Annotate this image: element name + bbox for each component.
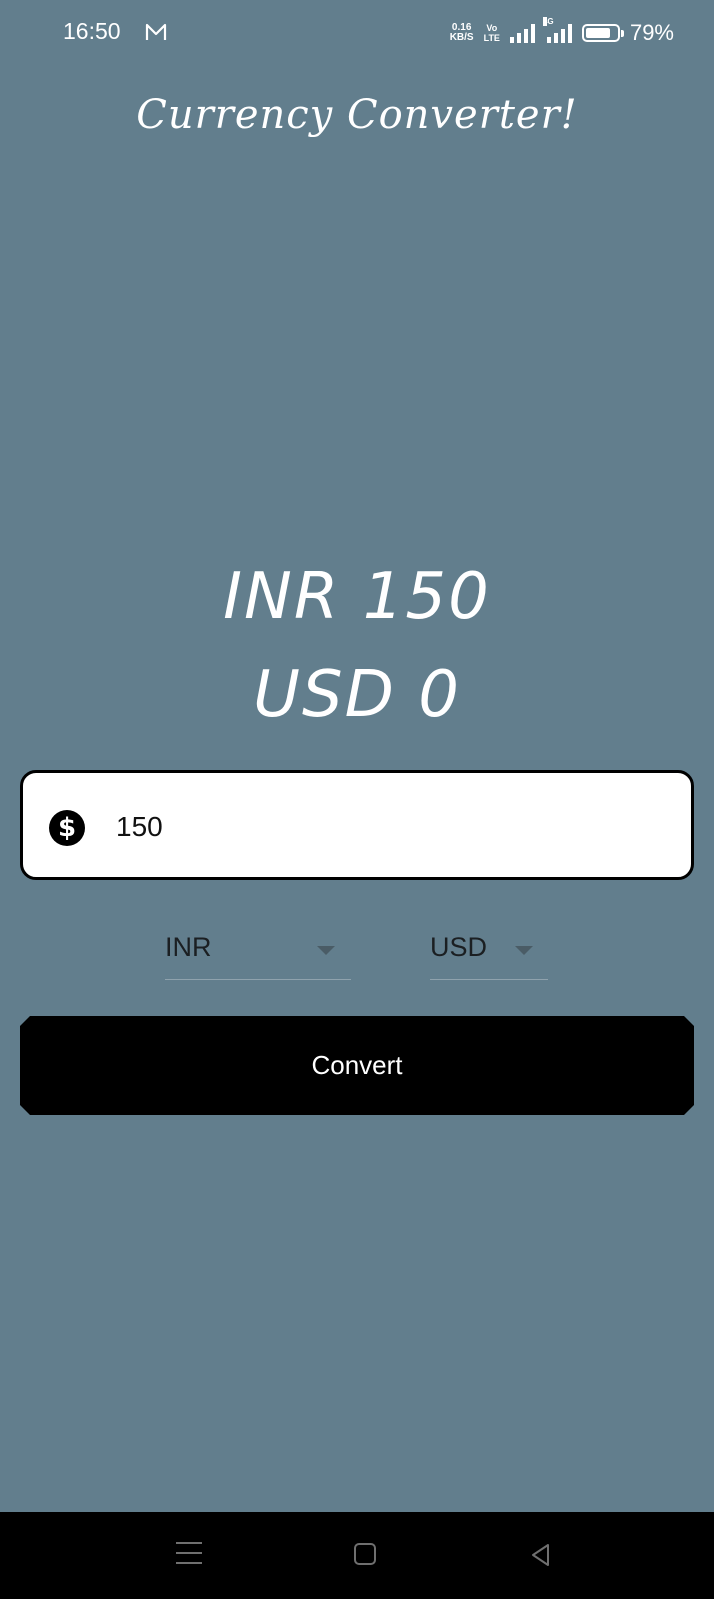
amount-input[interactable] [116, 803, 636, 851]
network-speed-unit: KB/S [449, 32, 474, 43]
result-to-amount: USD 0 [253, 658, 461, 732]
network-speed: 0.16 KB/S [450, 23, 474, 43]
volte-icon: Vo LTE [484, 23, 500, 43]
battery-percent: 79% [629, 20, 674, 45]
dollar-circle-icon: $ [49, 810, 85, 846]
app-title: Currency Converter! [136, 92, 578, 138]
network-type-label: 4G [542, 17, 554, 26]
navigation-bar [0, 1512, 714, 1599]
to-currency-value: USD [430, 932, 488, 962]
result-from-amount: INR 150 [223, 560, 491, 634]
convert-button[interactable]: Convert [20, 1016, 694, 1115]
from-currency-value: INR [165, 932, 212, 962]
back-icon[interactable] [528, 1542, 554, 1568]
status-icons: 0.16 KB/S Vo LTE 4G 79% [450, 17, 674, 48]
status-time: 16:50 [63, 18, 121, 44]
volte-top-label: Vo [486, 23, 498, 33]
home-icon[interactable] [354, 1543, 376, 1565]
dropdown-arrow-icon [317, 946, 335, 955]
signal-icon [509, 23, 535, 43]
signal-4g-icon: 4G [542, 17, 572, 43]
battery-icon [581, 24, 624, 42]
to-currency-dropdown[interactable]: USD [430, 920, 548, 980]
amount-field[interactable]: $ [20, 770, 694, 880]
mail-icon [145, 23, 167, 40]
dropdown-arrow-icon [515, 946, 533, 955]
status-bar: 16:50 0.16 KB/S Vo LTE 4G 79% [0, 0, 714, 66]
volte-bottom-label: LTE [483, 33, 500, 43]
menu-icon[interactable] [176, 1542, 202, 1566]
from-currency-dropdown[interactable]: INR [165, 920, 351, 980]
